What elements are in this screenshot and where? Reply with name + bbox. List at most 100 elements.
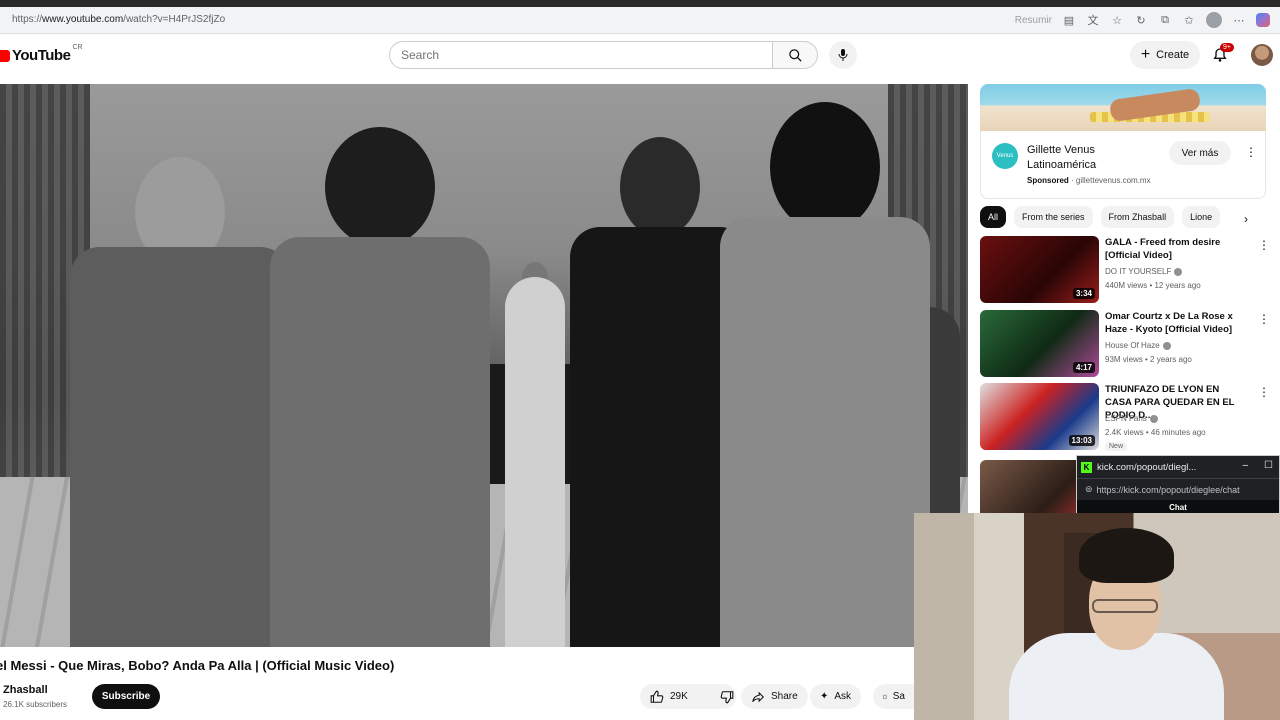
resumir-button[interactable]: Resumir	[1015, 15, 1052, 26]
search-button[interactable]	[772, 41, 818, 69]
extensions-icon[interactable]: ⧉	[1158, 13, 1172, 27]
popout-url: https://kick.com/popout/dieglee/chat	[1096, 484, 1240, 495]
minimize-icon[interactable]: –	[1242, 460, 1248, 471]
ad-banner-image[interactable]	[980, 84, 1266, 131]
thumbs-up-icon	[650, 690, 664, 703]
more-vert-icon[interactable]: ⋮	[1245, 145, 1257, 159]
recommendation-item[interactable]: 4:17 Omar Courtz x De La Rose x Haze - K…	[980, 310, 1270, 378]
save-button[interactable]: Sa	[873, 684, 915, 709]
dislike-button[interactable]	[710, 684, 744, 709]
country-code: CR	[72, 44, 83, 51]
dancer	[70, 157, 290, 647]
youtube-header: YouTube CR + Create 9+	[0, 35, 1280, 77]
share-button[interactable]: Share	[741, 684, 808, 709]
profile-avatar[interactable]	[1206, 12, 1222, 28]
search-icon	[788, 48, 802, 62]
favorites-icon[interactable]: ✩	[1182, 13, 1196, 27]
video-thumbnail[interactable]: 4:17	[980, 310, 1099, 377]
create-button[interactable]: + Create	[1130, 41, 1200, 69]
thumbs-down-icon	[720, 690, 734, 703]
copilot-icon[interactable]	[1256, 13, 1270, 27]
verified-icon	[1149, 414, 1158, 423]
browser-toolbar: https://www.youtube.com/watch?v=H4PrJS2f…	[0, 0, 1280, 34]
bookmark-star-icon[interactable]: ☆	[1110, 13, 1124, 27]
save-icon	[883, 694, 887, 699]
channel-name[interactable]: Zhasball	[3, 684, 48, 696]
ad-card: Venus Gillette Venus Latinoamérica Spons…	[980, 131, 1266, 199]
like-dislike-group: 29K	[640, 684, 736, 709]
duration-badge: 13:03	[1068, 435, 1095, 446]
more-vert-icon[interactable]: ⋮	[1258, 238, 1270, 252]
band-member	[505, 227, 565, 647]
recommendation-item[interactable]: 13:03 TRIUNFAZO DE LYON EN CASA PARA QUE…	[980, 383, 1270, 451]
popout-titlebar: K kick.com/popout/diegl... – ☐	[1077, 456, 1279, 478]
site-info-icon[interactable]: ⊜	[1085, 484, 1093, 495]
duration-badge: 4:17	[1072, 362, 1095, 373]
duration-badge: 3:34	[1072, 288, 1095, 299]
share-label: Share	[771, 691, 798, 702]
url-prefix: https://	[12, 14, 43, 25]
recommendation-channel: DO IT YOURSELF	[1105, 267, 1183, 276]
chip-from-series[interactable]: From the series	[1014, 206, 1093, 228]
ad-domain: gillettevenus.com.mx	[1075, 176, 1151, 185]
search-box	[389, 41, 773, 69]
kick-popout-window: K kick.com/popout/diegl... – ☐ ⊜ https:/…	[1076, 455, 1280, 516]
search-input[interactable]	[390, 42, 772, 68]
more-vert-icon[interactable]: ⋮	[1258, 312, 1270, 326]
advertiser-logo[interactable]: Venus	[992, 143, 1018, 169]
ad-title[interactable]: Gillette Venus Latinoamérica	[1027, 143, 1137, 173]
address-bar[interactable]: https://www.youtube.com/watch?v=H4PrJS2f…	[12, 14, 225, 25]
video-player[interactable]	[0, 84, 968, 647]
translate-icon[interactable]: 文	[1086, 13, 1100, 27]
video-thumbnail[interactable]: 3:34	[980, 236, 1099, 303]
more-vert-icon[interactable]: ⋮	[1258, 385, 1270, 399]
dancer	[720, 102, 930, 647]
voice-search-button[interactable]	[829, 41, 857, 69]
ask-label: Ask	[834, 691, 852, 702]
recommendation-title[interactable]: GALA - Freed from desire [Official Video…	[1105, 236, 1245, 262]
browser-tab-strip	[0, 0, 1280, 7]
create-label: Create	[1156, 49, 1190, 61]
video-title: el Messi - Que Miras, Bobo? Anda Pa Alla…	[0, 658, 395, 673]
verified-icon	[1162, 341, 1171, 350]
save-label: Sa	[892, 691, 905, 702]
recommendation-item[interactable]: 3:34 GALA - Freed from desire [Official …	[980, 236, 1270, 304]
like-button[interactable]: 29K	[640, 684, 698, 709]
chevron-right-icon[interactable]: ›	[1244, 212, 1248, 226]
plus-icon: +	[1140, 46, 1151, 63]
dancer	[270, 127, 490, 647]
popout-url-bar[interactable]: ⊜ https://kick.com/popout/dieglee/chat	[1077, 478, 1279, 500]
video-frame	[0, 84, 968, 647]
microphone-icon	[838, 49, 848, 61]
ad-cta-button[interactable]: Ver más	[1169, 141, 1231, 165]
recommendation-title[interactable]: Omar Courtz x De La Rose x Haze - Kyoto …	[1105, 310, 1245, 336]
maximize-icon[interactable]: ☐	[1264, 460, 1273, 471]
new-badge: New	[1105, 442, 1128, 451]
youtube-logo[interactable]: YouTube CR	[0, 44, 83, 64]
recommendation-channel: House Of Haze	[1105, 341, 1171, 350]
window-controls: – ☐	[1242, 460, 1273, 471]
menu-icon[interactable]: ⋯	[1232, 13, 1246, 27]
popout-title: kick.com/popout/diegl...	[1097, 461, 1197, 473]
chip-all[interactable]: All	[980, 206, 1007, 228]
verified-icon	[1174, 267, 1183, 276]
ad-sponsored-line: Sponsored · gillettevenus.com.mx	[1027, 176, 1151, 185]
chip-from-channel[interactable]: From Zhasball	[1100, 206, 1175, 228]
filter-chips: All From the series From Zhasball Lione	[980, 206, 1266, 230]
browser-actions: Resumir ▤ 文 ☆ ↻ ⧉ ✩ ⋯	[1015, 12, 1270, 28]
room-door	[914, 513, 974, 720]
video-thumbnail[interactable]: 13:03	[980, 383, 1099, 450]
youtube-wordmark: YouTube	[12, 47, 71, 64]
refresh-icon[interactable]: ↻	[1134, 13, 1148, 27]
chip-lione[interactable]: Lione	[1182, 206, 1221, 228]
recommendation-meta: 93M views • 2 years ago	[1105, 355, 1192, 364]
streamer-hair	[1079, 528, 1174, 583]
share-icon	[752, 691, 764, 702]
recommendation-meta: 2.4K views • 46 minutes ago	[1105, 428, 1206, 437]
url-path: /watch?v=H4PrJS2fjZo	[123, 14, 226, 25]
reader-icon[interactable]: ▤	[1062, 13, 1076, 27]
user-avatar[interactable]	[1251, 44, 1273, 66]
subscribe-button[interactable]: Subscribe	[92, 684, 160, 709]
recommendation-meta: 440M views • 12 years ago	[1105, 281, 1201, 290]
ask-button[interactable]: ✦ Ask	[810, 684, 862, 709]
